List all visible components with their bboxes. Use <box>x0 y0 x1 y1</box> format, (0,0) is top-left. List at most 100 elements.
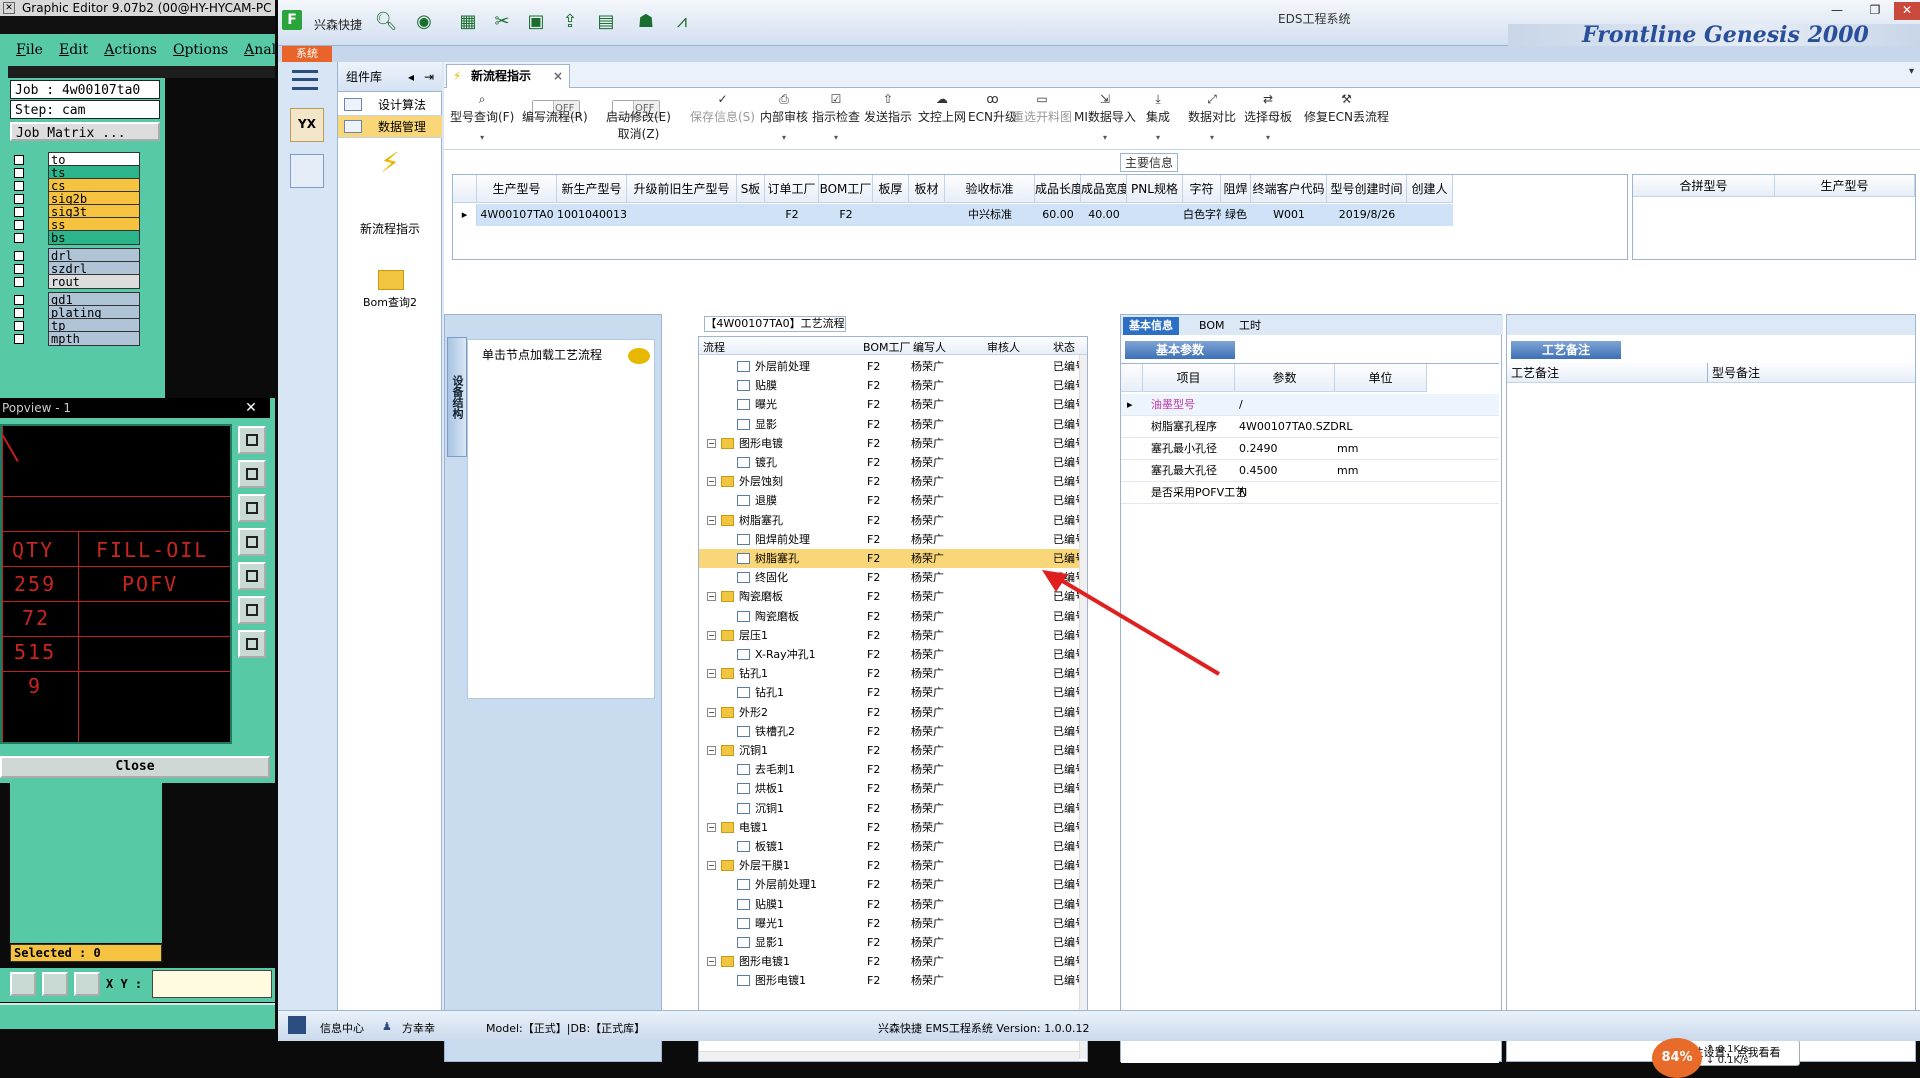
grid-cell[interactable]: 10010400139332 <box>557 204 627 226</box>
tree-node[interactable]: − 外层干膜1 F2 杨荣广 已编号 <box>699 856 1087 875</box>
grid-header-cell[interactable]: PNL规格 <box>1127 175 1183 203</box>
internal-review-button[interactable]: ⎙ 内部审核 ▾ <box>760 92 808 142</box>
chevron-left-icon[interactable]: ◂ <box>408 62 414 92</box>
chart-icon[interactable]: ⩘ <box>670 10 694 34</box>
instruction-check-button[interactable]: ☑ 指示检查 ▾ <box>812 92 860 142</box>
grid-cell[interactable]: W001 <box>1251 204 1327 226</box>
tree-node[interactable]: 曝光 F2 杨荣广 已编号 <box>699 395 1087 414</box>
horizontal-scrollbar[interactable] <box>699 1051 1079 1061</box>
layer-checkbox[interactable] <box>14 308 24 318</box>
bom-query-button[interactable]: Bom查询2 <box>338 294 442 310</box>
measure-tool-icon[interactable] <box>10 972 36 996</box>
job-matrix-button[interactable]: Job Matrix ... <box>10 122 160 141</box>
minimize-icon[interactable]: — <box>1818 2 1856 20</box>
table-icon[interactable]: ▦ <box>456 10 480 34</box>
layer-row[interactable]: bs <box>10 230 165 245</box>
tree-node[interactable]: 烘板1 F2 杨荣广 已编号 <box>699 779 1087 798</box>
tree-node[interactable]: 贴膜 F2 杨荣广 已编号 <box>699 376 1087 395</box>
graphic-canvas[interactable] <box>165 78 275 398</box>
globe-icon[interactable]: ◉ <box>412 10 436 34</box>
search-icon[interactable]: 🔍︎ <box>374 10 398 34</box>
layer-checkbox[interactable] <box>14 194 24 204</box>
tree-node[interactable]: − 外层蚀刻 F2 杨荣广 已编号 <box>699 472 1087 491</box>
scissors-icon[interactable]: ✂ <box>490 10 514 34</box>
grid-header-cell[interactable]: 新生产型号 <box>557 175 627 203</box>
menu-edit[interactable]: Edit <box>51 42 96 58</box>
tree-node[interactable]: 显影 F2 杨荣广 已编号 <box>699 415 1087 434</box>
tool-button[interactable] <box>238 630 266 658</box>
network-meter[interactable]: 84% <box>1652 1038 1702 1078</box>
angle-tool-icon[interactable] <box>42 972 68 996</box>
ecn-upgrade-button[interactable]: ꝏ ECN升级 <box>968 92 1017 125</box>
tool-button[interactable] <box>238 596 266 624</box>
tab-new-flow[interactable]: ⚡ 新流程指示 × <box>446 64 570 88</box>
tool-button[interactable] <box>238 528 266 556</box>
job-field[interactable]: Job : 4w00107ta0 <box>10 80 160 99</box>
close-icon[interactable]: ✕ <box>1894 2 1920 20</box>
grid-cell[interactable]: 2019/8/26 <box>1327 204 1407 226</box>
equipment-structure-tab[interactable]: 设备结构 <box>447 337 467 457</box>
tab-basic-info[interactable]: 基本信息 <box>1123 317 1179 335</box>
grid-header-cell[interactable]: BOM工厂 <box>819 175 873 203</box>
grid-cell[interactable]: 绿色 <box>1221 204 1251 226</box>
basic-params-tab[interactable]: 基本参数 <box>1125 341 1235 359</box>
tree-node[interactable]: 树脂塞孔 F2 杨荣广 已编号 <box>699 549 1087 568</box>
tree-node[interactable]: − 电镀1 F2 杨荣广 已编号 <box>699 818 1087 837</box>
layer-checkbox[interactable] <box>14 181 24 191</box>
layer-checkbox[interactable] <box>14 233 24 243</box>
grid-cell[interactable] <box>873 204 909 226</box>
integrate-button[interactable]: ⤓ 集成 ▾ <box>1146 92 1170 142</box>
xy-input[interactable] <box>152 970 272 998</box>
tree-node[interactable]: 钻孔1 F2 杨荣广 已编号 <box>699 683 1087 702</box>
tree-node[interactable]: − 沉铜1 F2 杨荣广 已编号 <box>699 741 1087 760</box>
mi-import-button[interactable]: ⇲ MI数据导入 ▾ <box>1074 92 1136 142</box>
repair-ecn-button[interactable]: ⚒ 修复ECN丢流程 <box>1304 92 1389 125</box>
grid-cell[interactable] <box>627 204 737 226</box>
nav-item-data-management[interactable]: 数据管理 <box>338 116 442 138</box>
grid-header-cell[interactable]: 升级前旧生产型号 <box>627 175 737 203</box>
grid-header-cell[interactable]: 终端客户代码 <box>1251 175 1327 203</box>
tab-bom[interactable]: BOM <box>1193 317 1231 335</box>
grid-header-cell[interactable]: 生产型号 <box>477 175 557 203</box>
layer-checkbox[interactable] <box>14 321 24 331</box>
menu-file[interactable]: File <box>8 42 51 58</box>
system-tab[interactable]: 系统 <box>282 46 332 62</box>
send-instruction-button[interactable]: ⇧ 发送指示 <box>864 92 912 125</box>
layer-name[interactable]: mpth <box>48 331 140 346</box>
grid-header-cell[interactable]: 成品长度 <box>1035 175 1081 203</box>
info-center[interactable]: 信息中心 <box>320 1020 364 1036</box>
collapse-icon[interactable]: − <box>707 515 716 525</box>
grid-header-cell[interactable]: 创建人 <box>1407 175 1453 203</box>
collapse-icon[interactable]: − <box>707 592 716 602</box>
param-row[interactable]: 塞孔最大孔径 0.4500 mm <box>1121 460 1499 482</box>
layer-row[interactable]: rout <box>10 274 165 289</box>
collapse-icon[interactable]: − <box>707 438 716 448</box>
collapse-icon[interactable]: − <box>707 669 716 679</box>
tree-node[interactable]: − 钻孔1 F2 杨荣广 已编号 <box>699 664 1087 683</box>
tree-node[interactable]: − 图形电镀1 F2 杨荣广 已编号 <box>699 952 1087 971</box>
menu-actions[interactable]: Actions <box>96 42 165 58</box>
tool-button[interactable] <box>238 426 266 454</box>
collapse-icon[interactable]: − <box>707 746 716 755</box>
menu-icon[interactable] <box>292 70 318 90</box>
lightning-icon[interactable]: ⚡ <box>376 146 404 179</box>
tree-node[interactable]: − 层压1 F2 杨荣广 已编号 <box>699 626 1087 645</box>
tree-node[interactable]: 外层前处理1 F2 杨荣广 已编号 <box>699 875 1087 894</box>
grid-cell[interactable]: 40.00 <box>1081 204 1127 226</box>
grid-cell[interactable]: F2 <box>765 204 819 226</box>
maximize-icon[interactable]: ❐ <box>1856 2 1894 20</box>
collapse-icon[interactable]: − <box>707 861 716 871</box>
tree-node[interactable]: 去毛刺1 F2 杨荣广 已编号 <box>699 760 1087 779</box>
close-icon[interactable]: ✕ <box>3 2 15 14</box>
tree-node[interactable]: 陶瓷磨板 F2 杨荣广 已编号 <box>699 607 1087 626</box>
tree-node[interactable]: − 树脂塞孔 F2 杨荣广 已编号 <box>699 511 1087 530</box>
model-query-button[interactable]: ⌕ 型号查询(F) ▾ <box>450 92 514 142</box>
layer-checkbox[interactable] <box>14 251 24 261</box>
grid-header-cell[interactable]: 板厚 <box>873 175 909 203</box>
popview-close-button[interactable]: Close <box>0 756 270 778</box>
grid-header-cell[interactable]: 验收标准 <box>945 175 1035 203</box>
tree-node[interactable]: 显影1 F2 杨荣广 已编号 <box>699 933 1087 952</box>
layer-checkbox[interactable] <box>14 277 24 287</box>
layer-checkbox[interactable] <box>14 220 24 230</box>
tree-node[interactable]: − 外形2 F2 杨荣广 已编号 <box>699 703 1087 722</box>
